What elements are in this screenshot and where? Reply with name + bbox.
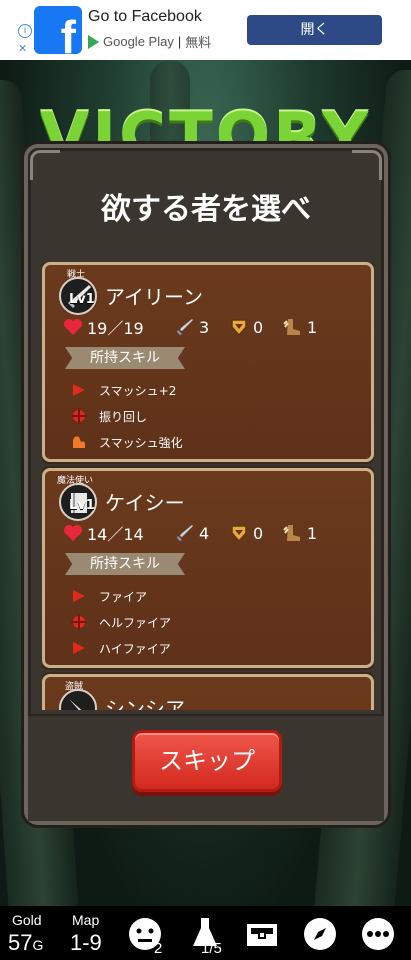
ad-separator: | [177, 34, 182, 49]
google-play-icon [88, 34, 99, 49]
sword-icon [177, 319, 193, 335]
skill-item: スマッシュ強化 [71, 431, 183, 453]
skill-icon [73, 384, 85, 396]
ad-open-button[interactable]: 開く [247, 15, 382, 45]
boot-icon [283, 525, 300, 541]
choose-character-panel: 欲する者を選べ 戦士 Lv1 アイリーン 19／19 3 0 1 所持スキル ス… [24, 144, 388, 825]
bottom-status-bar: Gold 57G Map 1-9 2 1/5 [0, 906, 411, 960]
character-list[interactable]: 戦士 Lv1 アイリーン 19／19 3 0 1 所持スキル スマッシュ+2 振… [42, 262, 374, 710]
attack-value: 3 [199, 317, 210, 337]
attack-value: 4 [199, 523, 210, 543]
ad-store-line: Google Play | 無料 [88, 32, 211, 51]
ad-price: 無料 [185, 35, 212, 50]
sword-icon [177, 525, 193, 541]
more-icon[interactable] [360, 916, 396, 952]
character-stats: 19／19 3 0 1 [63, 315, 363, 339]
character-name: アイリーン [105, 285, 203, 309]
skill-item: ヘルファイア [71, 611, 171, 633]
defense-value: 0 [253, 523, 264, 543]
character-card[interactable]: 魔法使い Lv1 ケイシー 14／14 4 0 1 所持スキル ファイア ヘルフ… [42, 468, 374, 668]
skills-heading: 所持スキル [65, 347, 185, 369]
speed-value: 1 [307, 523, 318, 543]
facebook-logo-icon: f [34, 6, 82, 54]
skill-item: ファイア [71, 585, 147, 607]
skill-item: スマッシュ+2 [71, 379, 176, 401]
shield-icon [231, 319, 247, 337]
shield-icon [231, 525, 247, 543]
character-stats: 14／14 4 0 1 [63, 521, 363, 545]
dagger-icon [59, 689, 97, 710]
ad-info-icon[interactable]: i [18, 24, 32, 38]
gold-label: Gold [12, 912, 42, 928]
skills-heading: 所持スキル [65, 553, 185, 575]
ad-close-icon[interactable]: ✕ [18, 42, 27, 55]
map-value: 1-9 [70, 930, 102, 955]
skill-icon [73, 642, 85, 654]
gold-value: 57G [8, 930, 44, 955]
ad-banner[interactable]: i ✕ f Go to Facebook Google Play | 無料 開く [0, 0, 411, 60]
compass-icon[interactable] [302, 916, 338, 952]
muscle-icon [73, 436, 85, 448]
heart-icon [64, 525, 82, 541]
skill-item: 振り回し [71, 405, 147, 427]
skill-icon [71, 614, 87, 630]
hp-value: 14／14 [87, 525, 144, 544]
boot-icon [283, 319, 300, 335]
character-name: ケイシー [105, 491, 185, 515]
character-level: Lv1 [69, 498, 95, 513]
hp-value: 19／19 [87, 319, 144, 338]
skill-icon [71, 408, 87, 424]
speed-value: 1 [307, 317, 318, 337]
character-name: シンシア [105, 697, 185, 710]
map-label: Map [72, 912, 100, 928]
skill-icon [73, 590, 85, 602]
party-count: 2 [154, 940, 163, 957]
potion-count: 1/5 [201, 940, 222, 957]
heart-icon [64, 319, 82, 335]
skip-button[interactable]: スキップ [132, 730, 282, 792]
ad-store-name: Google Play [103, 34, 174, 49]
chest-icon[interactable] [244, 916, 280, 952]
ad-title: Go to Facebook [88, 8, 202, 25]
victory-banner: VICTORY [39, 100, 372, 146]
character-card[interactable]: 盗賊 シンシア [42, 674, 374, 710]
character-level: Lv1 [69, 292, 95, 307]
skill-item: ハイファイア [71, 637, 171, 659]
character-card[interactable]: 戦士 Lv1 アイリーン 19／19 3 0 1 所持スキル スマッシュ+2 振… [42, 262, 374, 462]
defense-value: 0 [253, 317, 264, 337]
panel-title: 欲する者を選べ [101, 192, 311, 227]
